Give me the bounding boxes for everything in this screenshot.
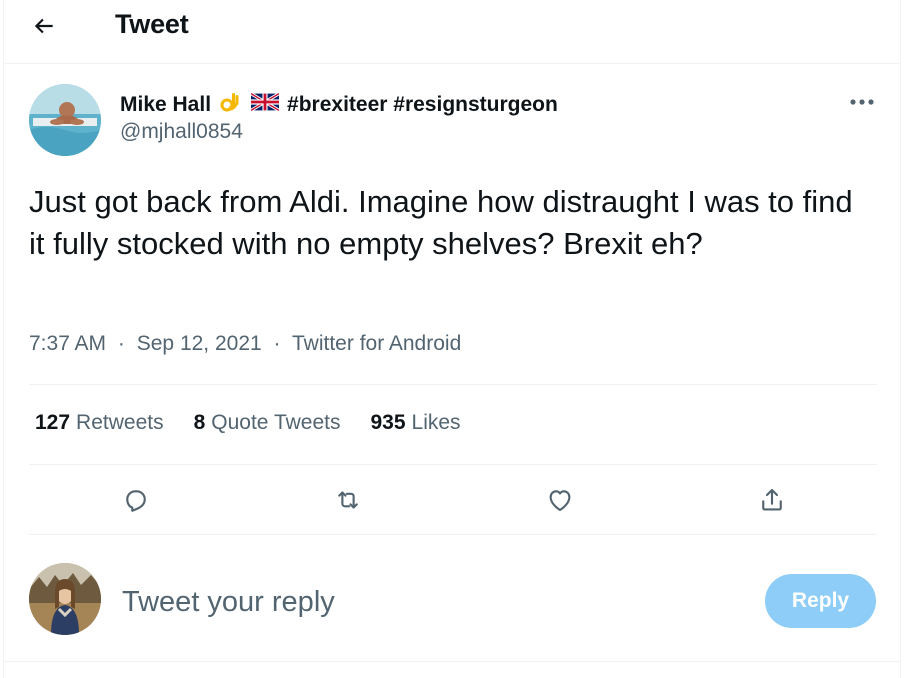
tweet-date[interactable]: Sep 12, 2021 (137, 332, 262, 355)
tweet-page: Tweet Mike Hall #brexiteer #resignsturge… (3, 0, 901, 678)
back-button[interactable] (24, 8, 64, 44)
more-icon (850, 99, 874, 105)
tweet-text: Just got back from Aldi. Imagine how dis… (29, 184, 853, 261)
author-handle[interactable]: @mjhall0854 (120, 120, 243, 144)
share-action-button[interactable] (752, 480, 792, 520)
user-avatar[interactable] (29, 563, 101, 635)
page-title: Tweet (115, 9, 189, 39)
like-icon (549, 490, 571, 512)
more-options-button[interactable] (842, 90, 882, 114)
like-action-button[interactable] (540, 480, 580, 520)
author-avatar[interactable] (29, 84, 101, 156)
retweets-stat[interactable]: 127 Retweets (35, 411, 164, 435)
retweet-action-button[interactable] (328, 480, 368, 520)
author-display-name: Mike Hall (120, 93, 212, 116)
divider (29, 384, 877, 385)
tweet-meta: 7:37 AM · Sep 12, 2021 · Twitter for And… (29, 332, 461, 356)
arrow-left-icon (34, 18, 53, 34)
tweet-stats: 127 Retweets 8 Quote Tweets 935 Likes (35, 411, 491, 435)
retweets-label: Retweets (76, 411, 164, 434)
quote-tweets-label: Quote Tweets (211, 411, 341, 434)
retweet-icon (338, 491, 358, 509)
ok-hand-emoji (219, 90, 241, 120)
share-icon (762, 488, 782, 511)
retweets-count: 127 (35, 411, 71, 434)
likes-label: Likes (411, 411, 461, 434)
divider (4, 661, 900, 662)
divider (29, 534, 877, 535)
tweet-source[interactable]: Twitter for Android (292, 332, 461, 355)
author-hashtags: #brexiteer #resignsturgeon (287, 93, 558, 116)
uk-flag-emoji (250, 92, 280, 117)
author-name[interactable]: Mike Hall #brexiteer #resignsturgeon (120, 90, 558, 120)
reply-button[interactable]: Reply (765, 574, 876, 628)
likes-stat[interactable]: 935 Likes (370, 411, 460, 435)
divider (29, 464, 877, 465)
tweet-time[interactable]: 7:37 AM (29, 332, 106, 355)
likes-count: 935 (370, 411, 406, 434)
reply-icon (126, 490, 146, 512)
meta-separator: · (273, 332, 281, 355)
meta-separator: · (117, 332, 125, 355)
quote-tweets-count: 8 (193, 411, 206, 434)
reply-input[interactable] (122, 580, 742, 624)
page-header: Tweet (4, 0, 900, 64)
reply-action-button[interactable] (116, 480, 156, 520)
quote-tweets-stat[interactable]: 8 Quote Tweets (194, 411, 341, 435)
